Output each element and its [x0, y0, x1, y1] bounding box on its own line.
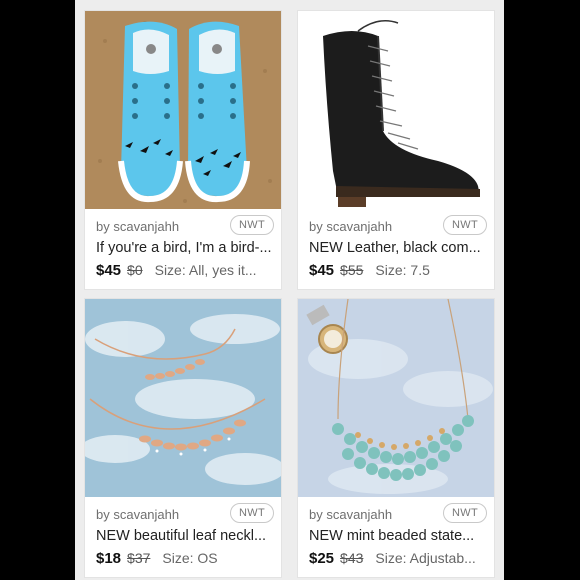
listing-meta: by scavanjahh NWT NEW beautiful leaf nec…	[85, 497, 281, 577]
listing-title[interactable]: NEW beautiful leaf neckl...	[96, 528, 278, 544]
listing-pricing: $18 $37 Size: OS	[96, 550, 278, 567]
original-price: $43	[340, 550, 364, 566]
seller-name[interactable]: by scavanjahh	[96, 507, 179, 522]
listing-price: $45	[96, 262, 122, 279]
listing-size: Size: 7.5	[375, 262, 430, 278]
mint-beaded-necklace-image	[298, 299, 494, 497]
seller-name[interactable]: by scavanjahh	[309, 219, 392, 234]
seller-name[interactable]: by scavanjahh	[96, 219, 179, 234]
listing-price: $45	[309, 262, 335, 279]
blue-sneakers-image	[85, 11, 281, 209]
listing-pricing: $45 $55 Size: 7.5	[309, 262, 491, 279]
listing-size: Size: OS	[162, 550, 218, 566]
original-price: $55	[340, 262, 364, 278]
nwt-badge: NWT	[230, 215, 274, 235]
listing-pricing: $25 $43 Size: Adjustab...	[309, 550, 491, 567]
listing-photo[interactable]	[298, 11, 494, 209]
original-price: $37	[127, 550, 151, 566]
listing-meta: by scavanjahh NWT NEW mint beaded state.…	[298, 497, 494, 577]
nwt-badge: NWT	[230, 503, 274, 523]
listing-title[interactable]: NEW Leather, black com...	[309, 240, 491, 256]
listing-price: $25	[309, 550, 335, 567]
listing-card[interactable]: by scavanjahh NWT NEW mint beaded state.…	[297, 298, 495, 578]
listing-photo[interactable]	[85, 299, 281, 497]
leaf-necklace-image	[85, 299, 281, 497]
listing-card[interactable]: by scavanjahh NWT NEW Leather, black com…	[297, 10, 495, 290]
listing-meta: by scavanjahh NWT NEW Leather, black com…	[298, 209, 494, 289]
listing-size: Size: Adjustab...	[375, 550, 476, 566]
black-boot-image	[298, 11, 494, 209]
listing-title[interactable]: NEW mint beaded state...	[309, 528, 491, 544]
listing-price: $18	[96, 550, 122, 567]
nwt-badge: NWT	[443, 215, 487, 235]
listing-photo[interactable]	[85, 11, 281, 209]
listing-card[interactable]: by scavanjahh NWT If you're a bird, I'm …	[84, 10, 282, 290]
listing-size: Size: All, yes it...	[154, 262, 257, 278]
original-price: $0	[127, 262, 143, 278]
seller-name[interactable]: by scavanjahh	[309, 507, 392, 522]
listing-card[interactable]: by scavanjahh NWT NEW beautiful leaf nec…	[84, 298, 282, 578]
nwt-badge: NWT	[443, 503, 487, 523]
listing-title[interactable]: If you're a bird, I'm a bird-...	[96, 240, 278, 256]
listing-pricing: $45 $0 Size: All, yes it...	[96, 262, 278, 279]
listing-meta: by scavanjahh NWT If you're a bird, I'm …	[85, 209, 281, 289]
listing-photo[interactable]	[298, 299, 494, 497]
